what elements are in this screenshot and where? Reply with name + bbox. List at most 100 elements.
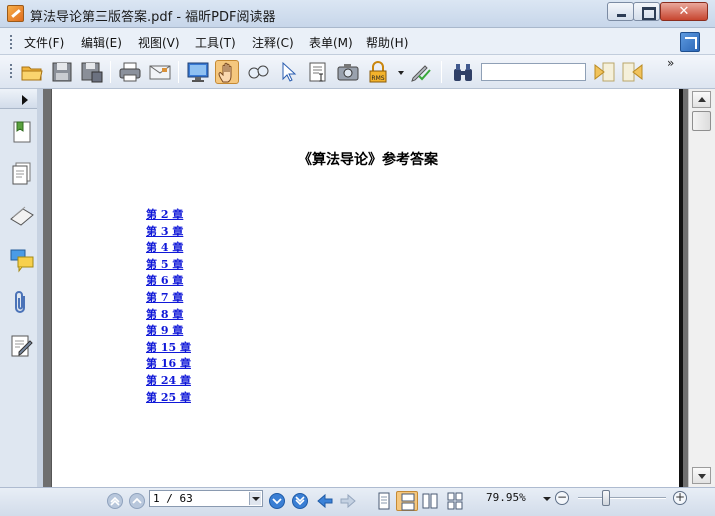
menu-file[interactable]: 文件(F) [24, 34, 64, 51]
next-page-button[interactable] [268, 492, 286, 510]
document-viewport[interactable]: 《算法导论》参考答案 第 2 章 第 3 章 第 4 章 第 5 章 第 6 章… [43, 89, 688, 487]
menu-tools[interactable]: 工具(T) [195, 34, 236, 51]
continuous-facing-view-button[interactable] [446, 492, 464, 510]
chapter-link[interactable]: 第 2 章 [146, 207, 191, 224]
signatures-panel-button[interactable] [9, 333, 35, 359]
menu-edit[interactable]: 编辑(E) [81, 34, 122, 51]
forward-arrow-icon [340, 493, 356, 509]
go-back-button[interactable] [316, 492, 334, 510]
maximize-button[interactable] [633, 2, 660, 21]
rms-label: RMS [371, 75, 384, 82]
scroll-up-arrow-icon[interactable] [692, 91, 711, 108]
page-dropdown-arrow-icon[interactable] [249, 492, 261, 505]
page-number-field[interactable]: 1 / 63 [149, 490, 263, 507]
scrollbar-thumb[interactable] [692, 111, 711, 131]
zoom-in-icon: + [674, 490, 686, 504]
pdf-page[interactable]: 《算法导论》参考答案 第 2 章 第 3 章 第 4 章 第 5 章 第 6 章… [51, 89, 683, 487]
search-input[interactable] [481, 63, 586, 81]
find-button[interactable] [451, 60, 475, 84]
chapter-link[interactable]: 第 4 章 [146, 240, 191, 257]
open-folder-button[interactable] [20, 60, 44, 84]
single-page-view-button[interactable] [375, 492, 393, 510]
rms-button[interactable]: RMS [366, 60, 390, 84]
select-tool-button[interactable] [276, 60, 300, 84]
chapter-link[interactable]: 第 8 章 [146, 307, 191, 324]
bookmarks-panel-button[interactable] [9, 119, 35, 145]
toolbar-grip[interactable] [10, 64, 13, 78]
toolbar-separator [110, 61, 111, 83]
previous-page-icon [129, 493, 145, 509]
rms-dropdown-arrow-icon[interactable] [398, 71, 404, 75]
first-page-button[interactable] [106, 492, 124, 510]
zoom-slider-track[interactable] [578, 497, 666, 499]
go-forward-button[interactable] [339, 492, 357, 510]
toolbar-separator [441, 61, 442, 83]
camera-icon [337, 64, 359, 81]
chapter-link[interactable]: 第 24 章 [146, 373, 191, 390]
toolbar: RMS » [0, 55, 715, 89]
layers-panel-button[interactable] [9, 203, 35, 229]
menu-help[interactable]: 帮助(H) [366, 34, 408, 51]
text-select-button[interactable] [306, 60, 330, 84]
chapter-link[interactable]: 第 7 章 [146, 290, 191, 307]
chapter-link[interactable]: 第 5 章 [146, 257, 191, 274]
menu-view[interactable]: 视图(V) [138, 34, 180, 51]
zoom-dropdown-arrow-icon[interactable] [543, 497, 551, 501]
chapter-link[interactable]: 第 15 章 [146, 340, 191, 357]
single-page-icon [378, 492, 390, 510]
document-title: 《算法导论》参考答案 [298, 152, 438, 168]
facing-view-button[interactable] [421, 492, 439, 510]
menubar-grip[interactable] [10, 35, 13, 49]
save-as-button[interactable] [80, 60, 104, 84]
loupe-tool-button[interactable] [246, 60, 270, 84]
email-button[interactable] [148, 60, 172, 84]
monitor-icon [187, 62, 209, 82]
pages-panel-button[interactable] [9, 161, 35, 187]
comments-panel-button[interactable] [9, 247, 35, 273]
status-bar: 1 / 63 79.95% − + [0, 487, 715, 516]
first-page-icon [107, 493, 123, 509]
navigation-panel [0, 89, 43, 487]
facing-pages-icon [422, 493, 438, 509]
chapter-link[interactable]: 第 16 章 [146, 356, 191, 373]
hand-tool-button[interactable] [215, 60, 239, 84]
save-disk-icon [52, 62, 72, 82]
page-thumbnail-icon [12, 162, 31, 185]
minimize-button[interactable] [607, 2, 634, 21]
zoom-in-button[interactable]: + [673, 490, 687, 505]
glasses-icon [248, 65, 269, 79]
chapter-link[interactable]: 第 3 章 [146, 224, 191, 241]
toolbar-overflow-chevron-icon[interactable]: » [667, 56, 674, 70]
chapter-link[interactable]: 第 9 章 [146, 323, 191, 340]
find-previous-button[interactable] [592, 60, 616, 84]
continuous-view-button[interactable] [396, 491, 418, 511]
snapshot-button[interactable] [336, 60, 360, 84]
fullscreen-button[interactable] [186, 60, 210, 84]
zoom-out-button[interactable]: − [555, 490, 569, 505]
sign-button[interactable] [409, 60, 433, 84]
chapter-link[interactable]: 第 6 章 [146, 273, 191, 290]
chapter-link[interactable]: 第 25 章 [146, 390, 191, 407]
close-icon: ✕ [678, 4, 690, 19]
last-page-button[interactable] [291, 492, 309, 510]
vertical-scrollbar[interactable] [688, 89, 715, 487]
layers-icon [10, 206, 34, 226]
back-arrow-icon [317, 493, 333, 509]
menu-bar: 文件(F) 编辑(E) 视图(V) 工具(T) 注释(C) 表单(M) 帮助(H… [0, 28, 715, 55]
attachments-panel-button[interactable] [9, 290, 35, 316]
save-as-disk-icon [81, 62, 103, 83]
previous-page-button[interactable] [128, 492, 146, 510]
restore-view-icon[interactable] [680, 32, 700, 52]
find-next-button[interactable] [621, 60, 645, 84]
scroll-down-arrow-icon[interactable] [692, 467, 711, 484]
zoom-level[interactable]: 79.95% [486, 491, 526, 504]
chapter-link-list: 第 2 章 第 3 章 第 4 章 第 5 章 第 6 章 第 7 章 第 8 … [146, 207, 191, 406]
menu-comment[interactable]: 注释(C) [252, 34, 294, 51]
print-button[interactable] [118, 60, 142, 84]
close-button[interactable]: ✕ [660, 2, 708, 21]
save-button[interactable] [50, 60, 74, 84]
folder-icon [21, 66, 43, 81]
zoom-slider-thumb[interactable] [602, 490, 611, 506]
find-previous-icon [594, 62, 615, 82]
menu-form[interactable]: 表单(M) [309, 34, 353, 51]
